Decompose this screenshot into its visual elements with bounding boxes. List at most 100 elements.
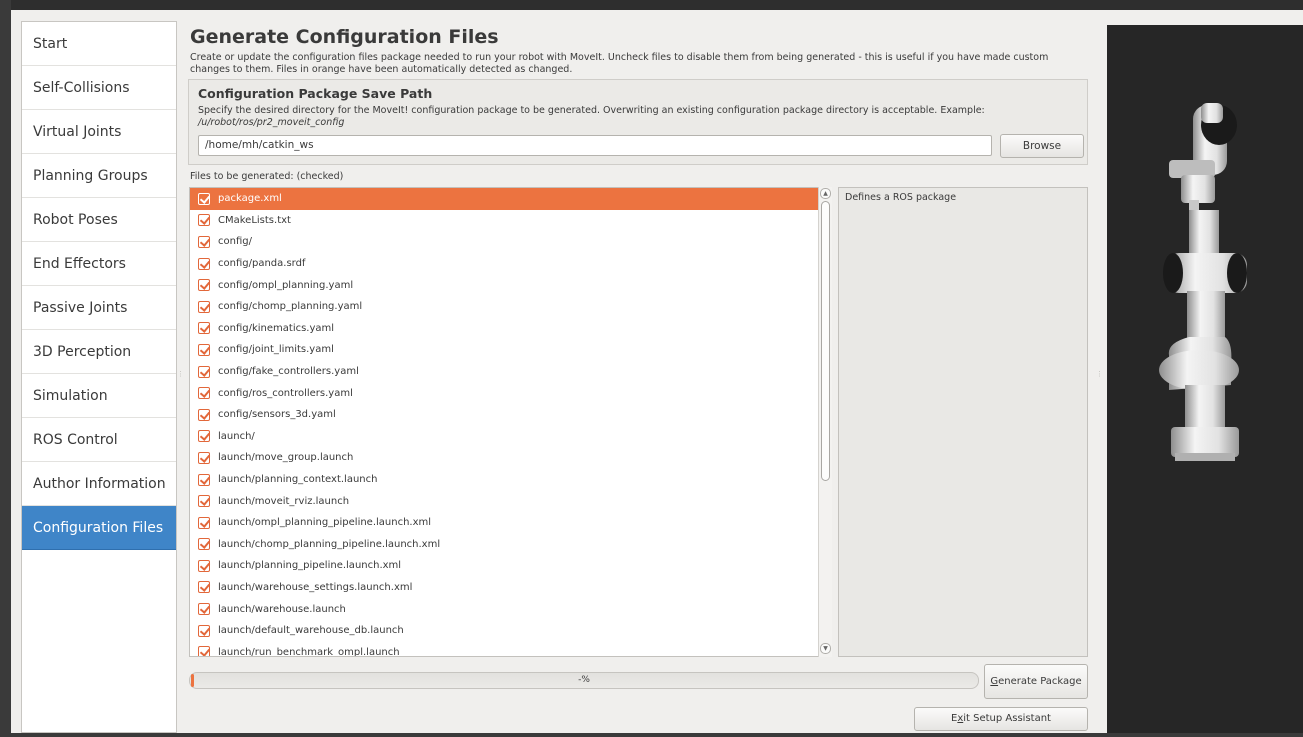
checkbox-icon[interactable]: [198, 473, 210, 486]
file-name: launch/warehouse.launch: [218, 603, 346, 615]
file-name: config/fake_controllers.yaml: [218, 366, 359, 378]
checkbox-icon[interactable]: [198, 559, 210, 572]
checkbox-icon[interactable]: [198, 214, 210, 227]
sidebar-item-robot-poses[interactable]: Robot Poses: [22, 198, 176, 242]
checkbox-icon[interactable]: [198, 646, 210, 656]
checkbox-icon[interactable]: [198, 343, 210, 356]
file-row[interactable]: launch/move_group.launch: [190, 447, 831, 469]
checkbox-icon[interactable]: [198, 192, 210, 205]
save-path-group: Configuration Package Save Path Specify …: [188, 79, 1088, 165]
sidebar: Start Self-Collisions Virtual Joints Pla…: [21, 21, 177, 733]
page-description: Create or update the configuration files…: [190, 52, 1049, 75]
checkbox-icon[interactable]: [198, 538, 210, 551]
file-name: package.xml: [218, 193, 282, 205]
sidebar-item-planning-groups[interactable]: Planning Groups: [22, 154, 176, 198]
checkbox-icon[interactable]: [198, 235, 210, 248]
file-description-panel: Defines a ROS package: [838, 187, 1088, 657]
sidebar-item-self-collisions[interactable]: Self-Collisions: [22, 66, 176, 110]
splitter-handle-left[interactable]: ⋮: [177, 371, 184, 378]
file-name: config/joint_limits.yaml: [218, 344, 334, 356]
file-name: launch/chomp_planning_pipeline.launch.xm…: [218, 538, 441, 550]
file-list[interactable]: package.xml CMakeLists.txt config/ confi…: [189, 187, 832, 657]
file-name: launch/move_group.launch: [218, 452, 354, 464]
file-name: config/ros_controllers.yaml: [218, 387, 353, 399]
file-row[interactable]: config/chomp_planning.yaml: [190, 296, 831, 318]
checkbox-icon[interactable]: [198, 279, 210, 292]
file-row[interactable]: launch/default_warehouse_db.launch: [190, 620, 831, 642]
file-row[interactable]: config/fake_controllers.yaml: [190, 361, 831, 383]
checkbox-icon[interactable]: [198, 430, 210, 443]
checkbox-icon[interactable]: [198, 603, 210, 616]
file-row[interactable]: launch/: [190, 426, 831, 448]
file-row[interactable]: launch/warehouse_settings.launch.xml: [190, 577, 831, 599]
browse-button[interactable]: Browse: [1000, 134, 1084, 158]
sidebar-item-author-information[interactable]: Author Information: [22, 462, 176, 506]
file-list-scrollbar[interactable]: ▲ ▼: [818, 187, 832, 657]
file-name: config/kinematics.yaml: [218, 322, 335, 334]
file-name: launch/warehouse_settings.launch.xml: [218, 581, 413, 593]
exit-label: it Setup Assistant: [963, 713, 1051, 724]
checkbox-icon[interactable]: [198, 451, 210, 464]
file-row[interactable]: config/kinematics.yaml: [190, 318, 831, 340]
page-title: Generate Configuration Files: [190, 26, 499, 48]
sidebar-item-configuration-files[interactable]: Configuration Files: [22, 506, 176, 550]
checkbox-icon[interactable]: [198, 300, 210, 313]
robot-arm-render: [1159, 103, 1247, 461]
file-name: CMakeLists.txt: [218, 214, 291, 226]
file-name: config/chomp_planning.yaml: [218, 301, 363, 313]
splitter-handle-right[interactable]: ⋮: [1096, 371, 1103, 378]
file-name: launch/planning_context.launch: [218, 474, 378, 486]
file-name: launch/moveit_rviz.launch: [218, 495, 350, 507]
checkbox-icon[interactable]: [198, 516, 210, 529]
checkbox-icon[interactable]: [198, 257, 210, 270]
sidebar-item-simulation[interactable]: Simulation: [22, 374, 176, 418]
files-label: Files to be generated: (checked): [190, 171, 344, 182]
window-bottom-edge: [0, 733, 1303, 737]
scroll-down-icon[interactable]: ▼: [820, 643, 831, 654]
file-name: config/sensors_3d.yaml: [218, 409, 336, 421]
file-row[interactable]: launch/planning_pipeline.launch.xml: [190, 555, 831, 577]
sidebar-item-ros-control[interactable]: ROS Control: [22, 418, 176, 462]
checkbox-icon[interactable]: [198, 365, 210, 378]
checkbox-icon[interactable]: [198, 408, 210, 421]
file-row[interactable]: config/ros_controllers.yaml: [190, 382, 831, 404]
generate-package-button[interactable]: Generate Package: [984, 664, 1088, 699]
file-name: config/ompl_planning.yaml: [218, 279, 354, 291]
checkbox-icon[interactable]: [198, 581, 210, 594]
scrollbar-thumb[interactable]: [821, 201, 830, 481]
robot-3d-viewport[interactable]: [1107, 25, 1303, 733]
sidebar-item-end-effectors[interactable]: End Effectors: [22, 242, 176, 286]
file-name: launch/default_warehouse_db.launch: [218, 625, 404, 637]
file-row[interactable]: config/joint_limits.yaml: [190, 339, 831, 361]
sidebar-item-start[interactable]: Start: [22, 22, 176, 66]
file-row[interactable]: launch/ompl_planning_pipeline.launch.xml: [190, 512, 831, 534]
save-path-title: Configuration Package Save Path: [198, 86, 433, 101]
file-name: config/: [218, 236, 252, 248]
file-row[interactable]: config/ompl_planning.yaml: [190, 274, 831, 296]
file-row[interactable]: package.xml: [190, 188, 831, 210]
file-row[interactable]: launch/run_benchmark_ompl.launch: [190, 641, 831, 656]
checkbox-icon[interactable]: [198, 387, 210, 400]
window-top-edge: [0, 0, 1303, 10]
file-row[interactable]: launch/moveit_rviz.launch: [190, 490, 831, 512]
file-row[interactable]: config/sensors_3d.yaml: [190, 404, 831, 426]
file-row[interactable]: launch/chomp_planning_pipeline.launch.xm…: [190, 534, 831, 556]
save-path-input[interactable]: /home/mh/catkin_ws: [198, 135, 992, 156]
checkbox-icon[interactable]: [198, 495, 210, 508]
file-row[interactable]: config/: [190, 231, 831, 253]
file-name: config/panda.srdf: [218, 258, 306, 270]
sidebar-item-3d-perception[interactable]: 3D Perception: [22, 330, 176, 374]
file-row[interactable]: CMakeLists.txt: [190, 210, 831, 232]
scroll-up-icon[interactable]: ▲: [820, 188, 831, 199]
checkbox-icon[interactable]: [198, 624, 210, 637]
file-row[interactable]: launch/warehouse.launch: [190, 598, 831, 620]
file-name: launch/: [218, 430, 255, 442]
checkbox-icon[interactable]: [198, 322, 210, 335]
exit-setup-assistant-button[interactable]: Exit Setup Assistant: [914, 707, 1088, 731]
file-row[interactable]: launch/planning_context.launch: [190, 469, 831, 491]
main-panel: Generate Configuration Files Create or u…: [188, 22, 1088, 733]
sidebar-item-passive-joints[interactable]: Passive Joints: [22, 286, 176, 330]
sidebar-item-virtual-joints[interactable]: Virtual Joints: [22, 110, 176, 154]
window-left-edge: [0, 0, 11, 737]
file-row[interactable]: config/panda.srdf: [190, 253, 831, 275]
